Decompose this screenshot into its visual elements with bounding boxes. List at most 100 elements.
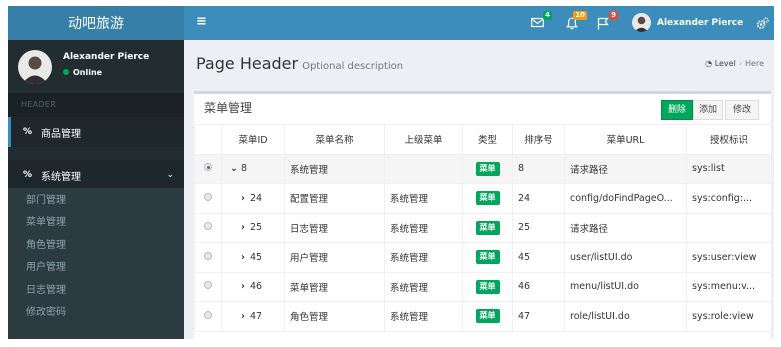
messages-badge: 4	[543, 11, 552, 20]
column-header-sort: 排序号	[512, 124, 565, 155]
page-title-text: Page Header	[196, 54, 299, 73]
cell-id: › 25	[221, 212, 285, 243]
submenu-item-log[interactable]: 日志管理	[26, 280, 66, 302]
menu-id: 46	[250, 281, 263, 293]
submenu-item-menu[interactable]: 菜单管理	[26, 212, 66, 234]
gears-icon[interactable]	[756, 17, 769, 30]
cell-url: config/doFindPageO...	[564, 183, 687, 214]
delete-button[interactable]: 删除	[661, 100, 693, 120]
menu-id: 24	[250, 192, 263, 204]
radio-button[interactable]	[204, 192, 212, 201]
column-header-id: 菜单ID	[221, 124, 285, 155]
chevron-down-icon[interactable]: ⌄	[227, 163, 241, 174]
cell-id: › 46	[221, 271, 285, 302]
table-row[interactable]: › 46 菜单管理 系统管理 菜单 46 menu/listUI.do sys:m…	[194, 271, 771, 302]
cell-type: 菜单	[462, 212, 513, 243]
cell-url: 请求路径	[564, 153, 687, 184]
radio-button[interactable]	[204, 310, 212, 319]
chevron-right-icon[interactable]: ›	[236, 193, 250, 204]
envelope-svg	[531, 17, 544, 28]
row-radio[interactable]	[194, 183, 222, 214]
cell-sort: 8	[512, 153, 565, 184]
user-panel: Alexander Pierce Online	[8, 40, 184, 90]
app-logo[interactable]: 动吧旅游	[8, 6, 184, 40]
menu-id: 25	[250, 222, 263, 234]
user-avatar-svg	[22, 56, 48, 84]
edit-button[interactable]: 修改	[725, 100, 759, 120]
flag-icon[interactable]: 9	[597, 11, 618, 31]
cell-parent	[384, 153, 463, 184]
row-radio[interactable]	[194, 212, 222, 243]
cell-url: user/listUI.do	[564, 242, 687, 273]
cell-id: › 45	[221, 242, 285, 273]
type-badge: 菜单	[475, 191, 500, 206]
dashboard-icon: ◔	[705, 59, 713, 68]
menu-table: 菜单ID 菜单名称 上级菜单 类型 排序号 菜单URL 授权标识 ⌄ 8 系统管理	[194, 124, 771, 332]
sidebar-username: Alexander Pierce	[63, 52, 150, 62]
column-header-type: 类型	[462, 124, 513, 155]
cell-name: 菜单管理	[284, 271, 385, 302]
cell-sort: 47	[512, 301, 565, 332]
navbar-avatar[interactable]	[632, 13, 651, 32]
row-radio[interactable]	[194, 242, 222, 273]
menu-box: 菜单管理 删除 添加 修改 菜单ID 菜单名称 上级菜单 类型 排序号 菜单UR…	[194, 91, 771, 339]
chevron-right-icon[interactable]: ›	[236, 222, 250, 233]
envelope-icon[interactable]: 4	[531, 11, 552, 31]
chevron-right-icon[interactable]: ›	[236, 281, 250, 292]
content-area: Page Header Optional description ◔ Level ›…	[184, 40, 774, 339]
cell-sort: 25	[512, 212, 565, 243]
navbar-username[interactable]: Alexander Pierce	[657, 17, 743, 29]
row-radio[interactable]	[194, 271, 222, 302]
cell-parent: 系统管理	[384, 271, 463, 302]
cell-id: ⌄ 8	[221, 153, 285, 184]
cell-permission: sys:config:...	[686, 183, 771, 214]
cell-parent: 系统管理	[384, 301, 463, 332]
submenu-item-password[interactable]: 修改密码	[26, 302, 66, 324]
submenu-item-role[interactable]: 角色管理	[26, 235, 66, 257]
sidebar-item-label: 商品管理	[41, 128, 81, 140]
sidebar-item-system[interactable]: % 系统管理 ⌄	[8, 160, 184, 190]
type-badge: 菜单	[475, 309, 500, 324]
chevron-right-icon[interactable]: ›	[236, 252, 250, 263]
avatar-svg	[634, 16, 649, 32]
cell-parent: 系统管理	[384, 183, 463, 214]
cell-name: 系统管理	[284, 153, 385, 184]
type-badge: 菜单	[475, 250, 500, 265]
cell-url: 请求路径	[564, 212, 687, 243]
breadcrumb-here: Here	[745, 59, 764, 68]
radio-button[interactable]	[204, 251, 212, 260]
menu-id: 45	[250, 251, 263, 263]
table-row[interactable]: ⌄ 8 系统管理 菜单 8 请求路径 sys:list	[194, 153, 771, 184]
bell-icon[interactable]: 10	[565, 11, 587, 31]
type-badge: 菜单	[475, 161, 500, 176]
cell-type: 菜单	[462, 301, 513, 332]
box-title: 菜单管理	[204, 101, 253, 115]
submenu-item-dept[interactable]: 部门管理	[26, 190, 66, 212]
row-radio[interactable]	[194, 153, 222, 184]
hamburger-icon[interactable]: ≡	[196, 15, 207, 29]
table-row[interactable]: › 25 日志管理 系统管理 菜单 25 请求路径	[194, 212, 771, 243]
cell-parent: 系统管理	[384, 212, 463, 243]
submenu-item-user[interactable]: 用户管理	[26, 257, 66, 279]
table-row[interactable]: › 24 配置管理 系统管理 菜单 24 config/doFindPageO..…	[194, 183, 771, 214]
cell-type: 菜单	[462, 271, 513, 302]
radio-button[interactable]	[204, 163, 212, 172]
cell-id: › 24	[221, 183, 285, 214]
cell-sort: 45	[512, 242, 565, 273]
table-header-row: 菜单ID 菜单名称 上级菜单 类型 排序号 菜单URL 授权标识	[194, 124, 771, 155]
cell-id: › 47	[221, 301, 285, 332]
chevron-right-icon[interactable]: ›	[236, 311, 250, 322]
cell-type: 菜单	[462, 153, 513, 184]
add-button[interactable]: 添加	[693, 100, 723, 120]
radio-button[interactable]	[204, 281, 212, 290]
row-radio[interactable]	[194, 301, 222, 332]
radio-button[interactable]	[204, 222, 212, 231]
cell-sort: 46	[512, 271, 565, 302]
table-row[interactable]: › 45 用户管理 系统管理 菜单 45 user/listUI.do sys:u…	[194, 242, 771, 273]
sidebar-header: HEADER	[8, 93, 184, 117]
cell-name: 用户管理	[284, 242, 385, 273]
breadcrumb-level[interactable]: Level	[715, 59, 736, 68]
sidebar-item-goods[interactable]: % 商品管理	[8, 117, 184, 147]
table-row[interactable]: › 47 角色管理 系统管理 菜单 47 role/listUI.do sys:r…	[194, 301, 771, 332]
tasks-badge: 9	[609, 11, 618, 20]
